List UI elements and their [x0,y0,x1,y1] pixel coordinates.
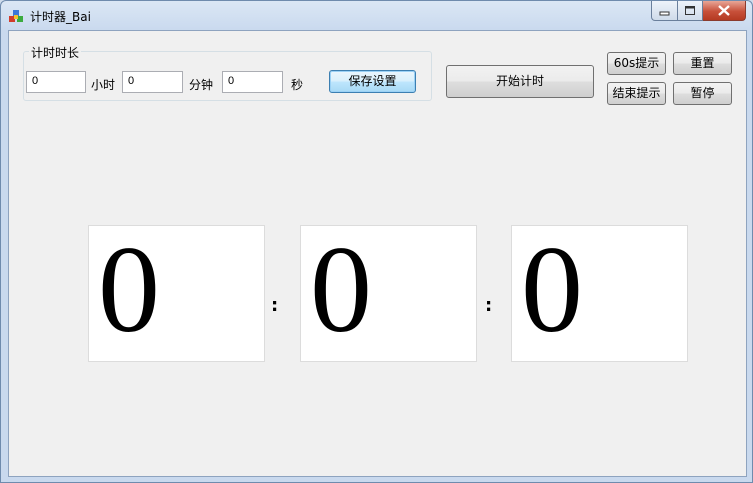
minutes-digit: 0 [310,225,372,358]
duration-group-label: 计时时长 [29,44,82,61]
hours-display: 0 [88,225,265,362]
sixty-second-alert-button[interactable]: 60s提示 [607,52,666,75]
start-timer-button[interactable]: 开始计时 [446,65,594,98]
client-area: 计时时长 0 小时 0 分钟 0 秒 保存设置 开始计时 60s提示 重置 结束… [8,30,747,477]
pause-button[interactable]: 暂停 [673,82,732,105]
timer-window: 计时器_Bai 计时时长 0 小时 0 分钟 0 秒 保存设置 开始计时 60s… [0,0,753,483]
hours-digit: 0 [98,225,160,358]
separator-colon-2: : [485,295,493,316]
minimize-icon [659,11,670,16]
minutes-label: 分钟 [189,78,214,92]
end-alert-button[interactable]: 结束提示 [607,82,666,105]
maximize-button[interactable] [678,1,703,21]
seconds-input[interactable]: 0 [222,71,283,93]
app-icon [9,10,23,22]
hours-label: 小时 [91,78,116,92]
maximize-icon [685,6,695,15]
window-title: 计时器_Bai [30,10,91,24]
save-settings-button[interactable]: 保存设置 [329,70,416,93]
minutes-display: 0 [300,225,477,362]
minimize-button[interactable] [651,1,678,21]
seconds-display: 0 [511,225,688,362]
title-bar[interactable]: 计时器_Bai [1,1,752,29]
separator-colon-1: : [271,295,279,316]
seconds-label: 秒 [291,78,304,92]
minutes-input[interactable]: 0 [122,71,183,93]
close-button[interactable] [703,1,746,21]
reset-button[interactable]: 重置 [673,52,732,75]
close-icon [718,5,730,16]
seconds-digit: 0 [521,225,583,358]
hours-input[interactable]: 0 [26,71,86,93]
